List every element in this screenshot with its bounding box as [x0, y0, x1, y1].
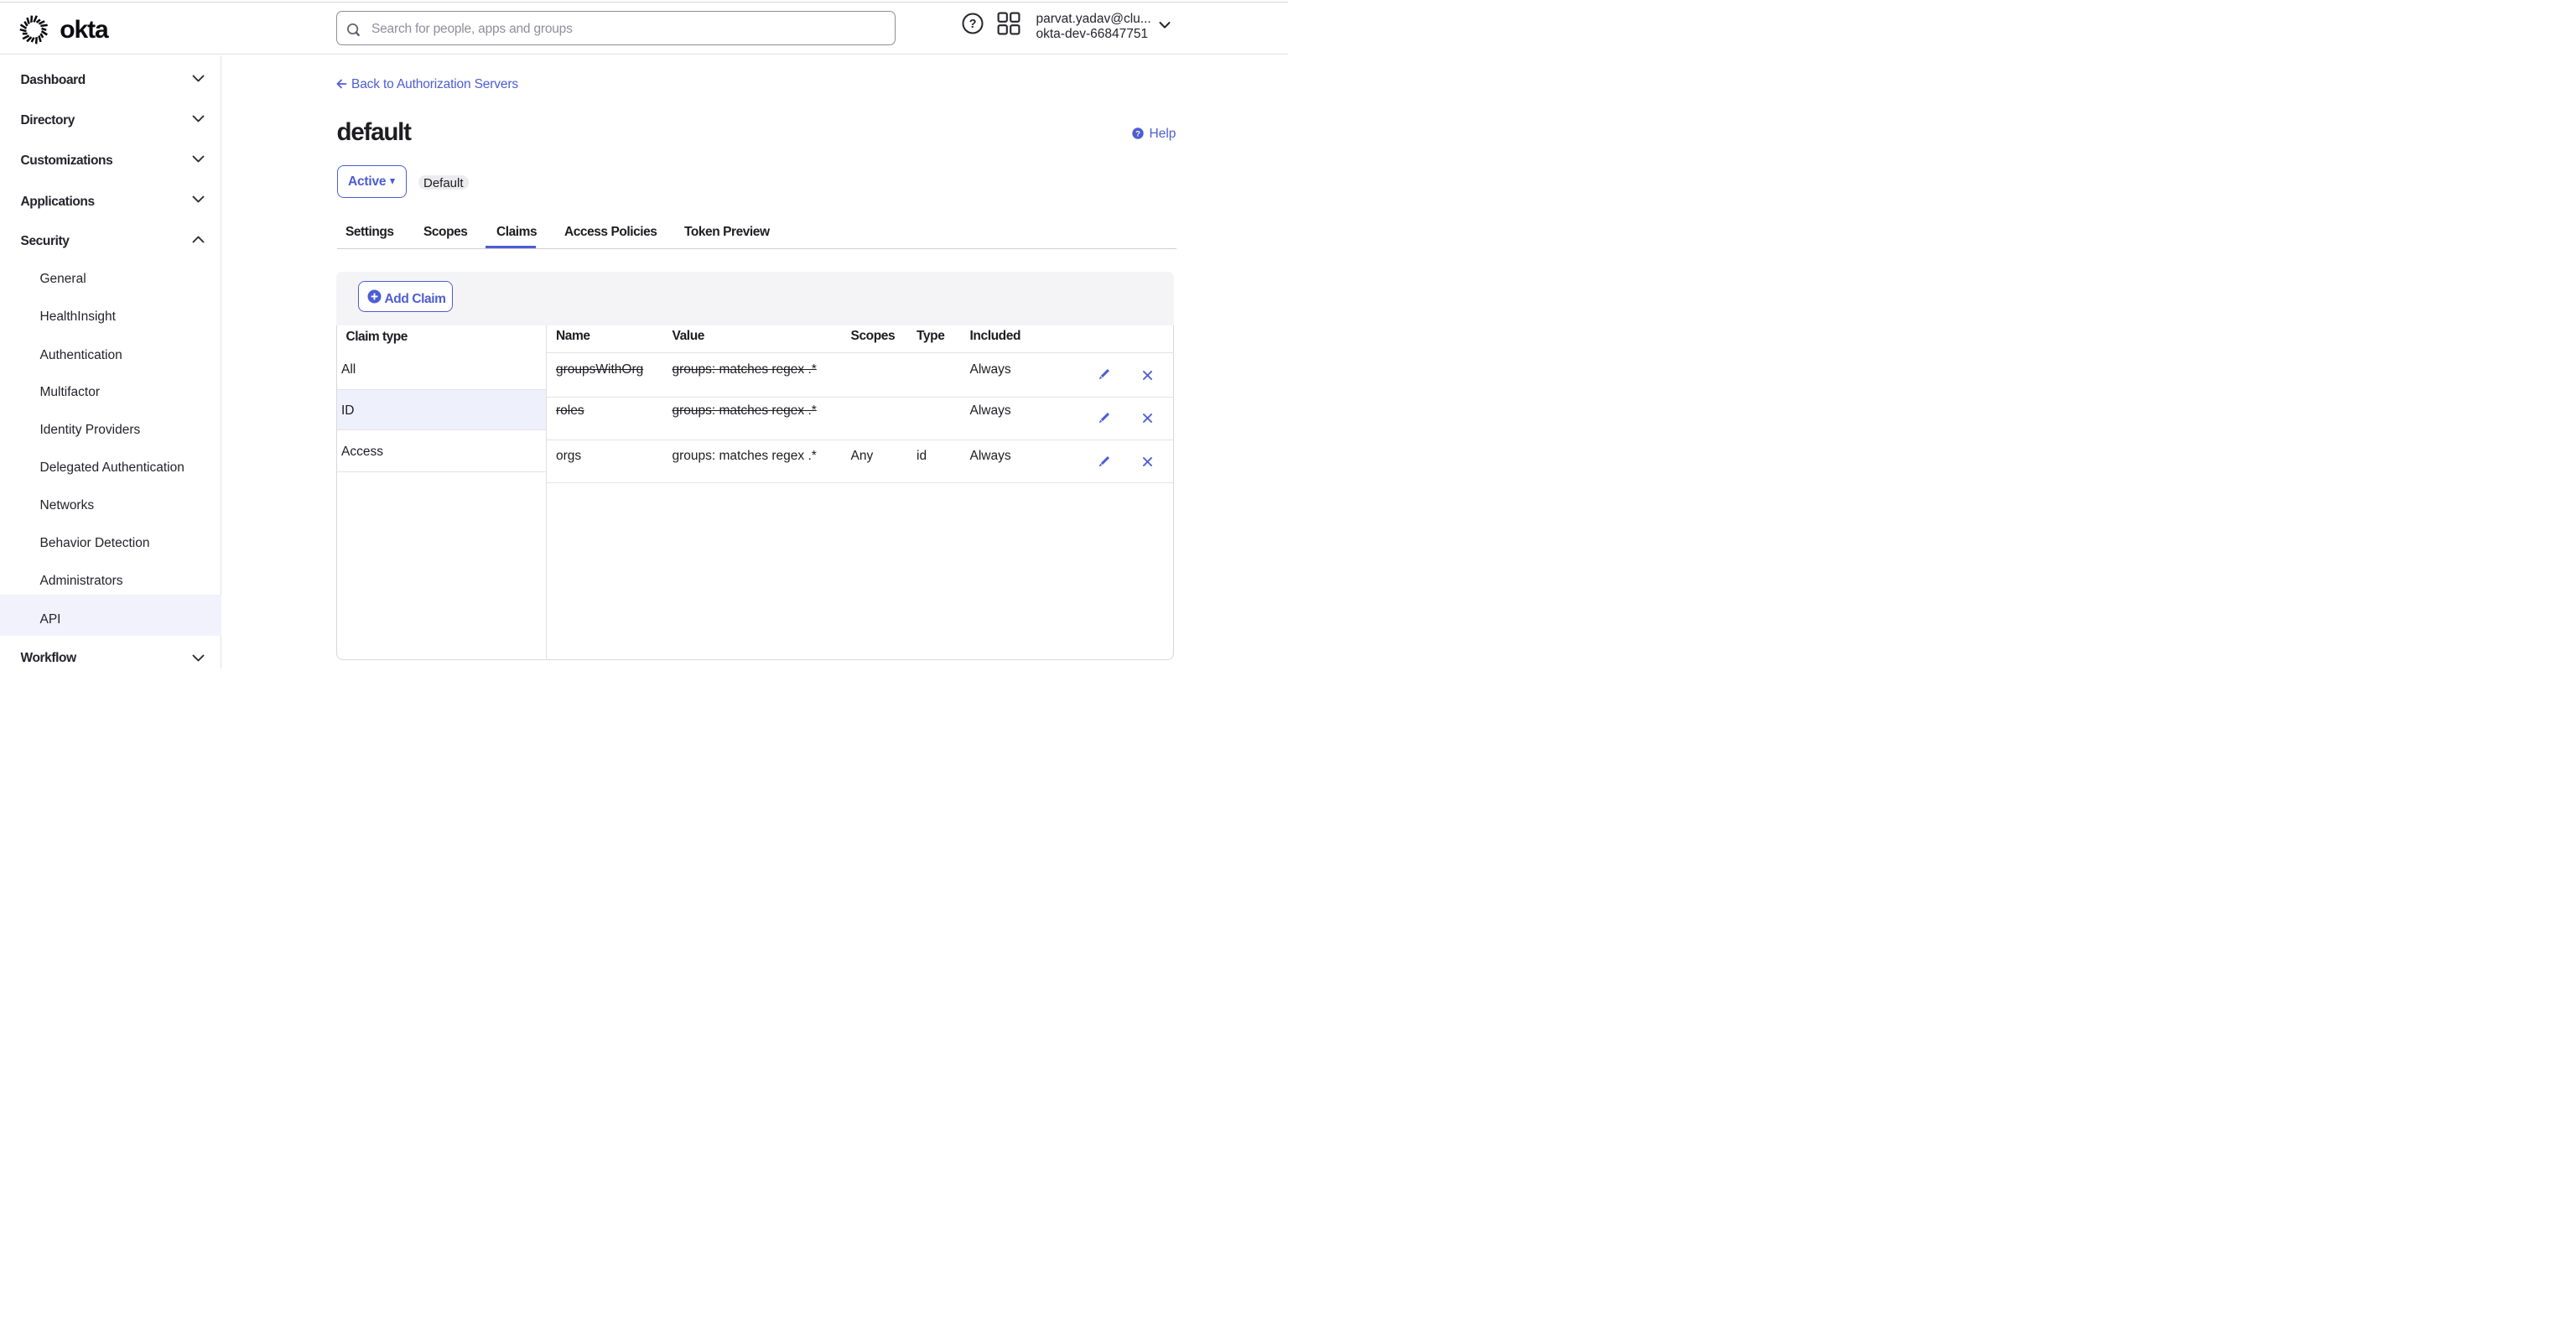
svg-text:?: ? — [969, 18, 977, 31]
svg-text:?: ? — [1135, 129, 1140, 138]
